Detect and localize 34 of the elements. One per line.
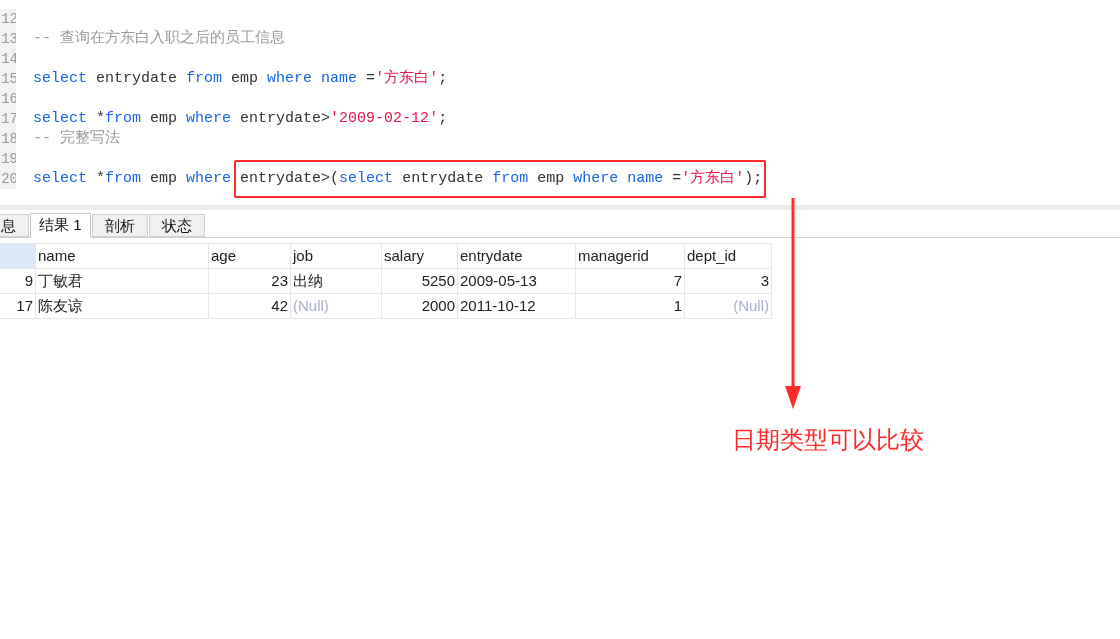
column-header[interactable]: managerid [575,243,685,269]
table-cell: 2009-05-13 [457,268,576,294]
code-line: select *from emp where entrydate>'2009-02-12'; [33,109,448,129]
column-header[interactable]: age [208,243,291,269]
table-cell: 2000 [381,293,458,319]
column-header[interactable]: salary [381,243,458,269]
tab[interactable]: 息 [0,214,29,237]
tab[interactable]: 剖析 [91,214,148,237]
table-cell: 2011-10-12 [457,293,576,319]
highlight-box: entrydate>(select entrydate from emp where name ='方东白'); [234,160,767,198]
code-comment: -- 完整写法 [33,129,120,149]
table-cell: (Null) [290,293,382,319]
table-cell: 42 [208,293,291,319]
table-cell: 9 [0,268,36,294]
column-header[interactable]: entrydate [457,243,576,269]
table-cell: 1 [575,293,685,319]
table-cell: 陈友谅 [35,293,209,319]
column-header[interactable]: dept_id [684,243,772,269]
table-cell: (Null) [684,293,772,319]
table-cell: 3 [684,268,772,294]
code-line: select entrydate from emp where name ='方东白'; [33,69,448,89]
table-cell: 出纳 [290,268,382,294]
table-cell: 丁敏君 [35,268,209,294]
code-comment: -- 查询在方东白入职之后的员工信息 [33,29,285,49]
table-cell: 23 [208,268,291,294]
column-header[interactable]: job [290,243,382,269]
tab[interactable]: 结果 1 [30,213,91,238]
table-cell: 17 [0,293,36,319]
tab[interactable]: 状态 [148,214,205,237]
column-header[interactable]: name [35,243,209,269]
table-cell: 7 [575,268,685,294]
line-number: 17 [1,112,16,126]
annotation-text: 日期类型可以比较 [732,425,924,455]
table-cell: 5250 [381,268,458,294]
